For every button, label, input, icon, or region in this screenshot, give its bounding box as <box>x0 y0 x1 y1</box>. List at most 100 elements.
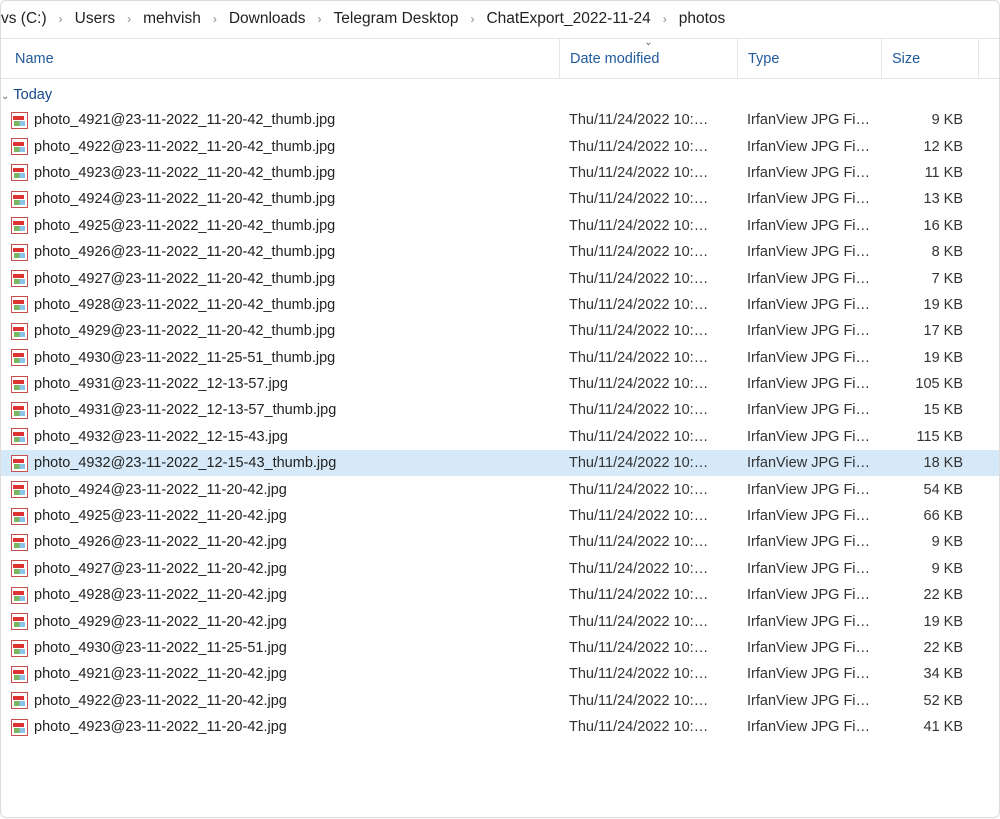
table-row[interactable]: photo_4921@23-11-2022_11-20-42.jpgThu/11… <box>1 661 999 687</box>
file-name: photo_4927@23-11-2022_11-20-42.jpg <box>34 561 287 577</box>
table-row[interactable]: photo_4929@23-11-2022_11-20-42.jpgThu/11… <box>1 608 999 634</box>
column-header-name[interactable]: Name <box>1 39 559 78</box>
table-row[interactable]: photo_4931@23-11-2022_12-13-57.jpg Thu/11… <box>1 371 999 397</box>
jpg-file-icon <box>11 402 28 419</box>
table-row[interactable]: photo_4928@23-11-2022_11-20-42_thumb.jpg… <box>1 292 999 318</box>
file-name: photo_4925@23-11-2022_11-20-42.jpg <box>34 508 287 524</box>
table-row[interactable]: photo_4922@23-11-2022_11-20-42_thumb.jpg… <box>1 133 999 159</box>
breadcrumb[interactable]: vs (C:)›Users›mehvish›Downloads›Telegram… <box>1 1 999 39</box>
file-type: IrfanView JPG Fi… <box>737 587 881 603</box>
file-name: photo_4928@23-11-2022_11-20-42.jpg <box>34 587 287 603</box>
file-date: Thu/11/24/2022 10:… <box>559 429 737 445</box>
sort-caret-icon: ⌄ <box>644 37 652 48</box>
file-name: photo_4924@23-11-2022_11-20-42_thumb.jpg <box>34 191 335 207</box>
column-header-date[interactable]: ⌄ Date modified <box>559 39 737 78</box>
file-type: IrfanView JPG Fi… <box>737 508 881 524</box>
file-type: IrfanView JPG Fi… <box>737 666 881 682</box>
file-date: Thu/11/24/2022 10:… <box>559 139 737 155</box>
breadcrumb-segment[interactable]: Users <box>75 10 115 28</box>
table-row[interactable]: photo_4925@23-11-2022_11-20-42_thumb.jpg… <box>1 213 999 239</box>
file-date: Thu/11/24/2022 10:… <box>559 455 737 471</box>
file-type: IrfanView JPG Fi… <box>737 561 881 577</box>
column-header-size[interactable]: Size <box>881 39 979 78</box>
file-type: IrfanView JPG Fi… <box>737 693 881 709</box>
breadcrumb-segment[interactable]: Telegram Desktop <box>334 10 459 28</box>
table-row[interactable]: photo_4925@23-11-2022_11-20-42.jpgThu/11… <box>1 503 999 529</box>
table-row[interactable]: photo_4932@23-11-2022_12-15-43.jpgThu/11… <box>1 424 999 450</box>
table-row[interactable]: photo_4930@23-11-2022_11-25-51.jpg Thu/11… <box>1 635 999 661</box>
file-date: Thu/11/24/2022 10:… <box>559 534 737 550</box>
file-size: 8 KB <box>881 244 979 260</box>
file-date: Thu/11/24/2022 10:… <box>559 614 737 630</box>
file-type: IrfanView JPG Fi… <box>737 165 881 181</box>
file-date: Thu/11/24/2022 10:… <box>559 719 737 735</box>
jpg-file-icon <box>11 428 28 445</box>
table-row[interactable]: photo_4923@23-11-2022_11-20-42_thumb.jpg… <box>1 160 999 186</box>
jpg-file-icon <box>11 613 28 630</box>
file-type: IrfanView JPG Fi… <box>737 719 881 735</box>
file-list[interactable]: ⌄ Today photo_4921@23-11-2022_11-20-42_t… <box>1 79 999 819</box>
table-row[interactable]: photo_4929@23-11-2022_11-20-42_thumb.jpg… <box>1 318 999 344</box>
file-name: photo_4926@23-11-2022_11-20-42_thumb.jpg <box>34 244 335 260</box>
file-date: Thu/11/24/2022 10:… <box>559 350 737 366</box>
jpg-file-icon <box>11 217 28 234</box>
file-size: 105 KB <box>881 376 979 392</box>
file-type: IrfanView JPG Fi… <box>737 323 881 339</box>
file-name: photo_4930@23-11-2022_11-25-51_thumb.jpg <box>34 350 335 366</box>
table-row[interactable]: photo_4932@23-11-2022_12-15-43_thumb.jpg… <box>1 450 999 476</box>
file-size: 66 KB <box>881 508 979 524</box>
table-row[interactable]: photo_4923@23-11-2022_11-20-42.jpgThu/11… <box>1 714 999 740</box>
file-size: 19 KB <box>881 614 979 630</box>
file-size: 22 KB <box>881 587 979 603</box>
file-name: photo_4921@23-11-2022_11-20-42.jpg <box>34 666 287 682</box>
file-size: 52 KB <box>881 693 979 709</box>
file-type: IrfanView JPG Fi… <box>737 534 881 550</box>
breadcrumb-segment[interactable]: Downloads <box>229 10 306 28</box>
breadcrumb-segment[interactable]: photos <box>679 10 726 28</box>
breadcrumb-segment[interactable]: vs (C:) <box>1 10 47 28</box>
table-row[interactable]: photo_4921@23-11-2022_11-20-42_thumb.jpg… <box>1 107 999 133</box>
chevron-right-icon: › <box>470 12 474 26</box>
table-row[interactable]: photo_4927@23-11-2022_11-20-42_thumb.jpg… <box>1 265 999 291</box>
file-date: Thu/11/24/2022 10:… <box>559 165 737 181</box>
jpg-file-icon <box>11 376 28 393</box>
table-row[interactable]: photo_4924@23-11-2022_11-20-42.jpgThu/11… <box>1 476 999 502</box>
group-header-today[interactable]: ⌄ Today <box>1 79 999 107</box>
file-name: photo_4930@23-11-2022_11-25-51.jpg <box>34 640 287 656</box>
file-name: photo_4923@23-11-2022_11-20-42_thumb.jpg <box>34 165 335 181</box>
file-name: photo_4928@23-11-2022_11-20-42_thumb.jpg <box>34 297 335 313</box>
jpg-file-icon <box>11 508 28 525</box>
file-name: photo_4931@23-11-2022_12-13-57.jpg <box>34 376 288 392</box>
table-row[interactable]: photo_4928@23-11-2022_11-20-42.jpg Thu/11… <box>1 582 999 608</box>
file-name: photo_4932@23-11-2022_12-15-43_thumb.jpg <box>34 455 336 471</box>
jpg-file-icon <box>11 164 28 181</box>
file-name: photo_4922@23-11-2022_11-20-42_thumb.jpg <box>34 139 335 155</box>
table-row[interactable]: photo_4922@23-11-2022_11-20-42.jpgThu/11… <box>1 688 999 714</box>
file-date: Thu/11/24/2022 10:… <box>559 640 737 656</box>
table-row[interactable]: photo_4924@23-11-2022_11-20-42_thumb.jpg… <box>1 186 999 212</box>
column-header-type[interactable]: Type <box>737 39 881 78</box>
file-name: photo_4925@23-11-2022_11-20-42_thumb.jpg <box>34 218 335 234</box>
jpg-file-icon <box>11 138 28 155</box>
breadcrumb-segment[interactable]: mehvish <box>143 10 201 28</box>
jpg-file-icon <box>11 666 28 683</box>
table-row[interactable]: photo_4927@23-11-2022_11-20-42.jpgThu/11… <box>1 556 999 582</box>
jpg-file-icon <box>11 270 28 287</box>
file-date: Thu/11/24/2022 10:… <box>559 376 737 392</box>
file-type: IrfanView JPG Fi… <box>737 297 881 313</box>
table-row[interactable]: photo_4926@23-11-2022_11-20-42_thumb.jpg… <box>1 239 999 265</box>
file-size: 19 KB <box>881 297 979 313</box>
file-date: Thu/11/24/2022 10:… <box>559 587 737 603</box>
file-date: Thu/11/24/2022 10:… <box>559 271 737 287</box>
file-size: 34 KB <box>881 666 979 682</box>
file-date: Thu/11/24/2022 10:… <box>559 482 737 498</box>
file-type: IrfanView JPG Fi… <box>737 376 881 392</box>
jpg-file-icon <box>11 112 28 129</box>
file-date: Thu/11/24/2022 10:… <box>559 191 737 207</box>
table-row[interactable]: photo_4931@23-11-2022_12-13-57_thumb.jpg… <box>1 397 999 423</box>
table-row[interactable]: photo_4926@23-11-2022_11-20-42.jpgThu/11… <box>1 529 999 555</box>
file-size: 12 KB <box>881 139 979 155</box>
file-type: IrfanView JPG Fi… <box>737 482 881 498</box>
table-row[interactable]: photo_4930@23-11-2022_11-25-51_thumb.jpg… <box>1 345 999 371</box>
breadcrumb-segment[interactable]: ChatExport_2022-11-24 <box>486 10 650 28</box>
